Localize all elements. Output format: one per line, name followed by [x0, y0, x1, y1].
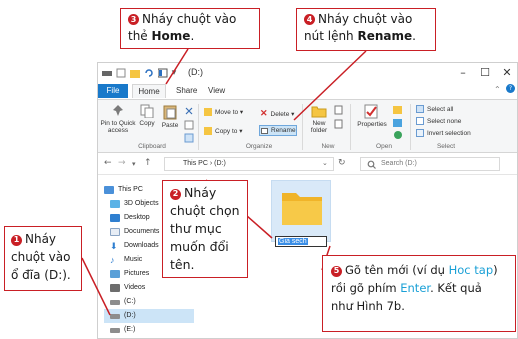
callout-step-2: 2 Nháy chuột chọn thư mục muốn đổi tên.: [162, 180, 248, 278]
callout-step-1: 1 Nháy chuột vào ổ đĩa (D:).: [4, 226, 82, 291]
callout-step-4: 4 Nháy chuột vào nút lệnh Rename.: [296, 8, 436, 51]
step-number-badge: 4: [304, 14, 315, 25]
step-number-badge: 1: [11, 234, 22, 246]
step-number-badge: 3: [128, 14, 139, 25]
connector-line-drive: [81, 257, 111, 316]
callout-step-3: 3 Nháy chuột vào thẻ Home.: [120, 8, 260, 49]
callout-step-5: 5 Gõ tên mới (ví dụ Hoc tap) rồi gõ phím …: [322, 255, 516, 332]
step-number-badge: 5: [331, 265, 342, 277]
connector-line-rename: [293, 50, 367, 121]
connector-line-home: [165, 48, 189, 85]
step-number-badge: 2: [170, 188, 181, 200]
